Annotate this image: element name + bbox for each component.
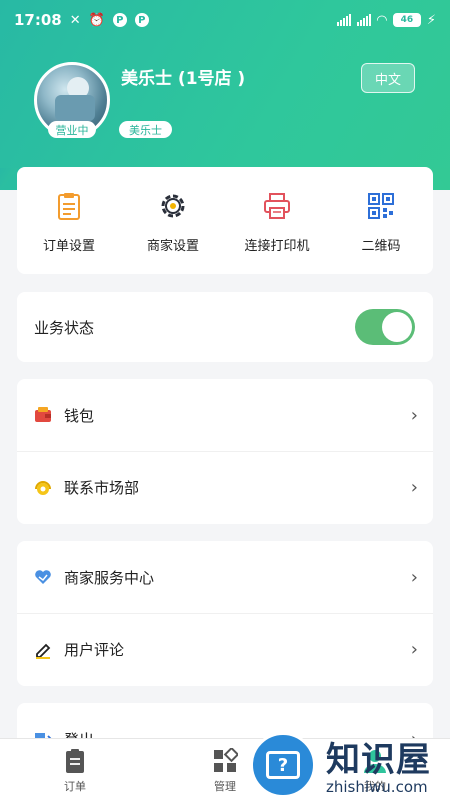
menu-card-2: 商家服务中心 › 用户评论 › <box>17 541 433 686</box>
store-name: 美乐士 (1号店 ) <box>121 69 246 89</box>
order-tab-icon <box>66 749 84 773</box>
headset-icon <box>34 479 52 497</box>
parking-app-icon: P <box>112 13 127 27</box>
language-button[interactable]: 中文 <box>361 63 415 93</box>
watermark-url: zhishiwu.com <box>326 778 428 796</box>
menu-item-wallet[interactable]: 钱包 › <box>17 379 433 451</box>
menu-card-1: 钱包 › 联系市场部 › <box>17 379 433 524</box>
status-bar: 17:08 ✕ ⏰ P P ◠ 46 ⚡ <box>0 0 450 40</box>
business-status-badge: 营业中 <box>48 121 96 138</box>
chevron-right-icon: › <box>410 566 418 588</box>
user-reviews-label: 用户评论 <box>64 641 125 659</box>
signal-icon <box>336 14 351 26</box>
qr-code-button[interactable]: 二维码 <box>329 167 433 274</box>
qr-code-label: 二维码 <box>361 239 401 254</box>
tab-manage-label: 管理 <box>214 780 236 793</box>
printer-icon <box>264 193 290 219</box>
store-tag: 美乐士 <box>119 121 172 138</box>
menu-item-user-reviews[interactable]: 用户评论 › <box>17 613 433 685</box>
gear-icon <box>161 194 185 218</box>
business-status-label: 业务状态 <box>34 318 95 337</box>
alarm-icon: ⏰ <box>88 12 105 28</box>
qr-code-icon <box>368 193 394 219</box>
wallet-icon <box>34 406 52 424</box>
connect-printer-label: 连接打印机 <box>244 239 310 254</box>
charging-icon: ⚡ <box>426 12 436 28</box>
quick-actions-card: 订单设置 商家设置 连接打印机 二维码 <box>17 167 433 274</box>
business-status-row: 业务状态 <box>17 292 433 362</box>
merchant-settings-button[interactable]: 商家设置 <box>121 167 225 274</box>
menu-item-service-center[interactable]: 商家服务中心 › <box>17 541 433 613</box>
battery-icon: 46 <box>392 13 421 27</box>
service-center-label: 商家服务中心 <box>64 568 155 587</box>
status-time: 17:08 <box>14 11 62 29</box>
watermark-title: 知识屋 <box>326 740 431 780</box>
clipboard-icon <box>58 193 80 220</box>
business-status-card: 业务状态 <box>17 292 433 362</box>
notification-off-icon: ✕ <box>69 12 81 28</box>
watermark: ? 知识屋 zhishiwu.com <box>250 728 450 800</box>
order-settings-button[interactable]: 订单设置 <box>17 167 121 274</box>
merchant-settings-label: 商家设置 <box>146 239 199 254</box>
chevron-right-icon: › <box>410 639 418 660</box>
manage-tab-icon <box>214 748 238 772</box>
tab-orders[interactable]: 订单 <box>0 739 150 800</box>
wallet-label: 钱包 <box>64 406 95 425</box>
order-settings-label: 订单设置 <box>42 239 95 254</box>
chevron-right-icon: › <box>410 477 418 498</box>
contact-marketing-label: 联系市场部 <box>64 479 140 497</box>
tab-orders-label: 订单 <box>64 780 86 793</box>
parking-app-icon-2: P <box>134 13 149 27</box>
connect-printer-button[interactable]: 连接打印机 <box>225 167 329 274</box>
signal-icon-2 <box>356 14 371 26</box>
business-status-toggle[interactable] <box>355 309 415 345</box>
chevron-right-icon: › <box>410 404 418 426</box>
wifi-icon: ◠ <box>376 12 387 28</box>
watermark-logo-icon: ? <box>250 732 316 798</box>
service-heart-icon <box>34 568 52 586</box>
pen-icon <box>34 641 52 659</box>
menu-item-contact-marketing[interactable]: 联系市场部 › <box>17 451 433 523</box>
